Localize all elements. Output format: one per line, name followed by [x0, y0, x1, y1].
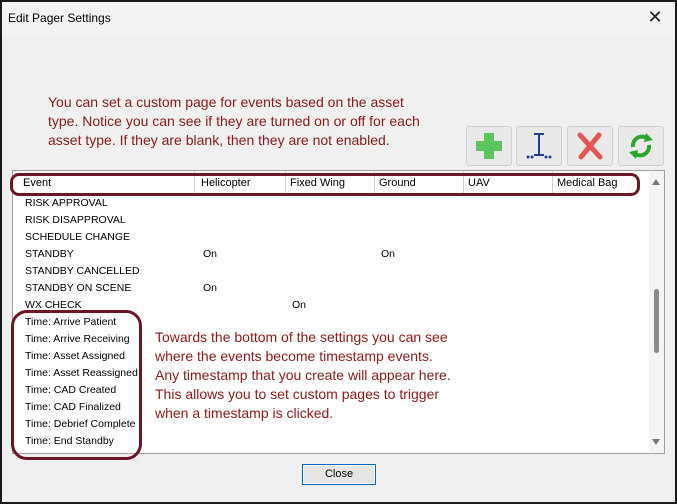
event-cell[interactable]: Time: Asset Reassigned	[25, 367, 138, 379]
column-header-medical-bag[interactable]: Medical Bag	[553, 171, 641, 193]
event-cell[interactable]: SCHEDULE CHANGE	[25, 231, 130, 243]
refresh-icon	[629, 133, 653, 159]
insert-icon	[526, 133, 552, 159]
add-icon	[476, 133, 502, 159]
asset-status-cell[interactable]: On	[203, 248, 217, 260]
event-cell[interactable]: Time: CAD Finalized	[25, 401, 121, 413]
close-icon[interactable]: ✕	[645, 8, 665, 28]
table-row[interactable]: STANDBY On On	[13, 247, 649, 264]
event-cell[interactable]: STANDBY	[25, 248, 74, 260]
column-header-fixed-wing[interactable]: Fixed Wing	[286, 171, 375, 193]
title-bar: Edit Pager Settings ✕	[2, 2, 675, 36]
scroll-up-icon[interactable]	[652, 179, 660, 185]
table-row[interactable]: Time: End Standby	[13, 434, 649, 451]
table-row[interactable]: WX CHECK On	[13, 298, 649, 315]
event-cell[interactable]: Time: End Standby	[25, 435, 114, 447]
event-cell[interactable]: Time: Arrive Receiving	[25, 333, 130, 345]
asset-status-cell[interactable]: On	[203, 282, 217, 294]
column-header-event[interactable]: Event	[19, 171, 195, 193]
event-cell[interactable]: Time: Arrive Patient	[25, 316, 116, 328]
column-header-uav[interactable]: UAV	[464, 171, 553, 193]
column-header-helicopter[interactable]: Helicopter	[197, 171, 286, 193]
table-row[interactable]: RISK DISAPPROVAL	[13, 213, 649, 230]
refresh-button[interactable]	[618, 126, 664, 166]
event-cell[interactable]: STANDBY CANCELLED	[25, 265, 140, 277]
add-button[interactable]	[466, 126, 512, 166]
table-row[interactable]: RISK APPROVAL	[13, 196, 649, 213]
event-cell[interactable]: WX CHECK	[25, 299, 82, 311]
grid-header: Event Helicopter Fixed Wing Ground UAV M…	[13, 171, 649, 193]
close-button[interactable]: Close	[302, 464, 376, 485]
scroll-thumb[interactable]	[654, 289, 659, 353]
column-header-ground[interactable]: Ground	[375, 171, 464, 193]
vertical-scrollbar[interactable]	[649, 171, 664, 453]
table-row[interactable]: STANDBY ON SCENE On	[13, 281, 649, 298]
annotation-bottom: Towards the bottom of the settings you c…	[155, 329, 451, 421]
scroll-down-icon[interactable]	[652, 439, 660, 445]
asset-status-cell[interactable]: On	[292, 299, 306, 311]
annotation-top: You can set a custom page for events bas…	[48, 94, 420, 148]
pager-settings-window: Edit Pager Settings ✕ You can set a cust…	[0, 0, 677, 504]
event-cell[interactable]: Time: Debrief Complete	[25, 418, 135, 430]
delete-button[interactable]	[567, 126, 613, 166]
event-cell[interactable]: Time: CAD Created	[25, 384, 116, 396]
event-cell[interactable]: Time: Asset Assigned	[25, 350, 125, 362]
event-cell[interactable]: RISK APPROVAL	[25, 197, 108, 209]
table-row[interactable]: STANDBY CANCELLED	[13, 264, 649, 281]
table-row[interactable]: SCHEDULE CHANGE	[13, 230, 649, 247]
delete-icon	[577, 132, 603, 160]
event-cell[interactable]: RISK DISAPPROVAL	[25, 214, 126, 226]
insert-button[interactable]	[516, 126, 562, 166]
window-title: Edit Pager Settings	[8, 11, 111, 25]
event-cell[interactable]: STANDBY ON SCENE	[25, 282, 131, 294]
asset-status-cell[interactable]: On	[381, 248, 395, 260]
